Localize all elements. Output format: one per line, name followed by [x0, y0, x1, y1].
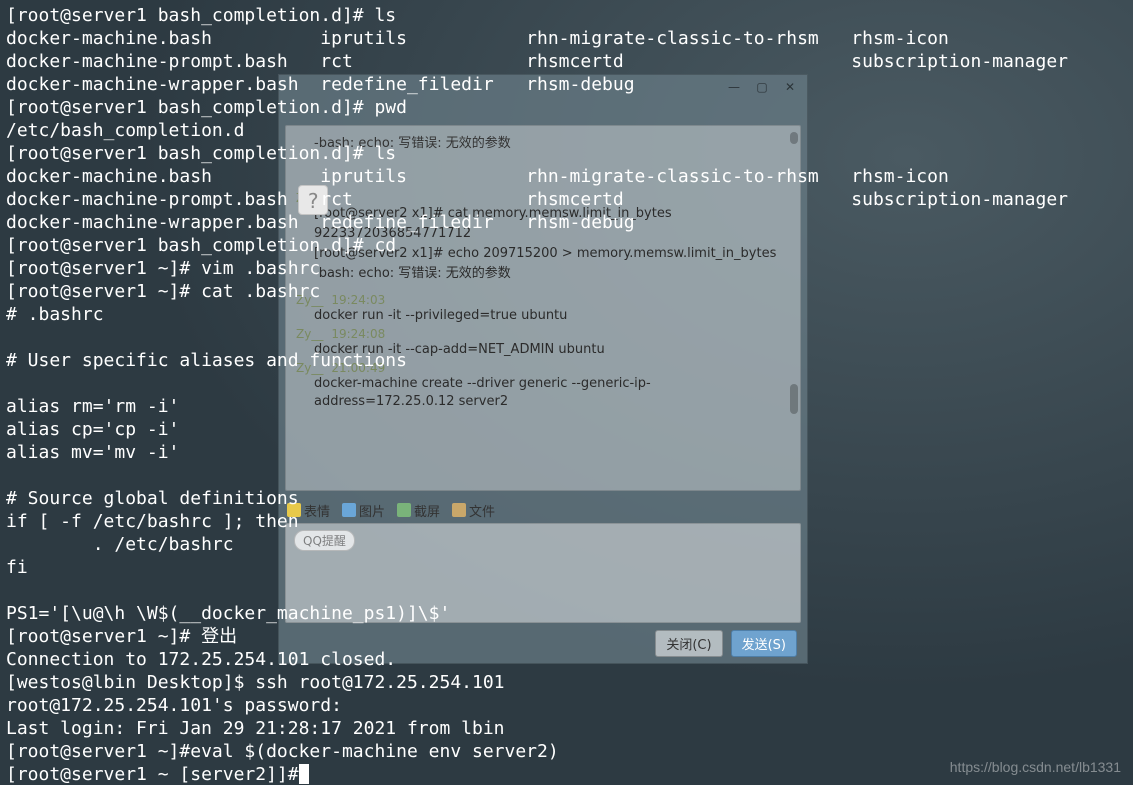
- terminal-output[interactable]: [root@server1 bash_completion.d]# ls doc…: [0, 0, 1133, 785]
- terminal-line: # User specific aliases and functions: [6, 350, 407, 371]
- terminal-line: [root@server1 ~]#eval $(docker-machine e…: [6, 741, 559, 762]
- terminal-line: Connection to 172.25.254.101 closed.: [6, 649, 396, 670]
- terminal-line: if [ -f /etc/bashrc ]; then: [6, 511, 299, 532]
- terminal-line: [root@server1 bash_completion.d]# cd: [6, 235, 396, 256]
- terminal-line: docker-machine.bash iprutils rhn-migrate…: [6, 28, 949, 49]
- terminal-line: [root@server1 ~]# vim .bashrc: [6, 258, 320, 279]
- terminal-line: [root@server1 bash_completion.d]# ls: [6, 143, 396, 164]
- terminal-cursor: [299, 764, 309, 784]
- watermark: https://blog.csdn.net/lb1331: [950, 759, 1121, 775]
- terminal-line: [root@server1 bash_completion.d]# ls: [6, 5, 396, 26]
- terminal-line: docker-machine-prompt.bash rct rhsmcertd…: [6, 189, 1068, 210]
- terminal-line: [root@server1 bash_completion.d]# pwd: [6, 97, 407, 118]
- terminal-line: alias mv='mv -i': [6, 442, 179, 463]
- terminal-line: PS1='[\u@\h \W$(__docker_machine_ps1)]\$…: [6, 603, 450, 624]
- terminal-line: root@172.25.254.101's password:: [6, 695, 342, 716]
- terminal-line: Last login: Fri Jan 29 21:28:17 2021 fro…: [6, 718, 505, 739]
- terminal-line: docker-machine-wrapper.bash redefine_fil…: [6, 212, 635, 233]
- terminal-line: [root@server1 ~ [server2]]#: [6, 764, 299, 785]
- terminal-line: docker-machine-wrapper.bash redefine_fil…: [6, 74, 635, 95]
- terminal-line: docker-machine.bash iprutils rhn-migrate…: [6, 166, 949, 187]
- terminal-line: alias cp='cp -i': [6, 419, 179, 440]
- terminal-line: /etc/bash_completion.d: [6, 120, 244, 141]
- terminal-line: [root@server1 ~]# cat .bashrc: [6, 281, 320, 302]
- terminal-line: fi: [6, 557, 28, 578]
- terminal-line: # Source global definitions: [6, 488, 299, 509]
- terminal-line: alias rm='rm -i': [6, 396, 179, 417]
- terminal-line: # .bashrc: [6, 304, 104, 325]
- terminal-line: [westos@lbin Desktop]$ ssh root@172.25.2…: [6, 672, 505, 693]
- terminal-line: [root@server1 ~]# 登出: [6, 626, 237, 647]
- terminal-line: . /etc/bashrc: [6, 534, 234, 555]
- terminal-line: docker-machine-prompt.bash rct rhsmcertd…: [6, 51, 1068, 72]
